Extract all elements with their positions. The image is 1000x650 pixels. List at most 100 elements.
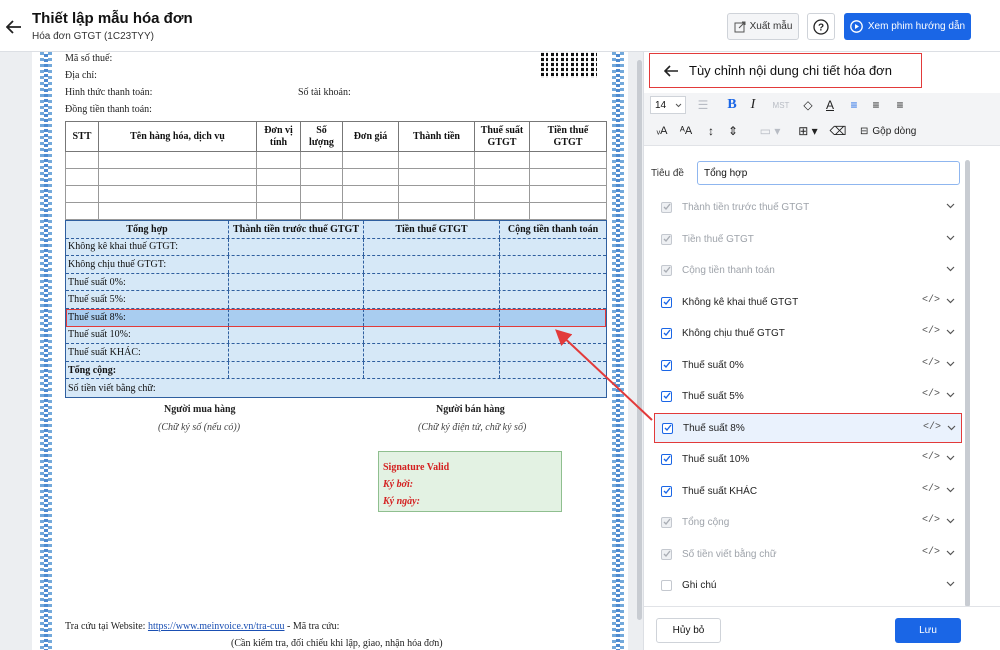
option-label: Ghi chú <box>682 579 717 591</box>
chevron-down-icon[interactable] <box>946 487 955 493</box>
option-row[interactable]: Thuế suất KHÁC </> <box>654 476 962 506</box>
code-icon[interactable]: </> <box>922 295 940 306</box>
code-icon[interactable]: </> <box>922 452 940 463</box>
code-icon[interactable]: </> <box>922 515 940 526</box>
italic-icon[interactable]: I <box>745 96 761 114</box>
question-icon: ? <box>813 18 829 35</box>
summary-row-label: Thuế suất 0%: <box>66 273 229 291</box>
summary-header: Tổng hợp <box>66 221 229 238</box>
summary-table[interactable]: Tổng hợp Thành tiền trước thuế GTGT Tiền… <box>65 220 607 398</box>
code-icon[interactable]: </> <box>922 547 940 558</box>
chevron-down-icon[interactable] <box>947 425 956 431</box>
title-input[interactable]: Tổng hợp <box>697 161 960 185</box>
text-color-icon[interactable]: A <box>822 96 838 114</box>
title-field-label: Tiêu đề <box>651 168 684 179</box>
eraser-icon[interactable]: ⌫ <box>830 122 847 140</box>
option-row[interactable]: Thành tiền trước thuế GTGT <box>654 192 962 222</box>
chevron-down-icon[interactable] <box>946 329 955 335</box>
chevron-down-icon[interactable] <box>946 235 955 241</box>
chevron-down-icon[interactable] <box>946 455 955 461</box>
checkbox[interactable] <box>661 390 672 402</box>
checkbox[interactable] <box>661 296 672 308</box>
code-icon[interactable]: </> <box>922 389 940 400</box>
decrease-font-icon[interactable]: ᵥA <box>652 122 672 140</box>
code-icon[interactable]: </> <box>922 358 940 369</box>
signed-date-label: Ký ngày: <box>383 496 420 507</box>
option-row[interactable]: Tổng cộng </> <box>654 507 962 537</box>
code-icon[interactable]: </> <box>922 484 940 495</box>
summary-row: Thuế suất 10%: <box>66 326 606 345</box>
uppercase-icon[interactable]: MST <box>768 96 794 114</box>
chevron-down-icon[interactable] <box>946 203 955 209</box>
increase-font-icon[interactable]: ᴬA <box>676 122 696 140</box>
option-row[interactable]: Thuế suất 8% </> <box>654 413 962 443</box>
code-icon[interactable]: </> <box>923 422 941 433</box>
option-row[interactable]: Tiền thuế GTGT <box>654 224 962 254</box>
line-spacing-icon[interactable]: ☰ <box>692 96 714 114</box>
chevron-down-icon[interactable] <box>946 518 955 524</box>
chevron-down-icon[interactable] <box>946 392 955 398</box>
option-label: Thuế suất KHÁC <box>682 485 758 497</box>
vertical-spacing-icon[interactable]: ↕ <box>704 122 718 140</box>
chevron-down-icon[interactable] <box>946 266 955 272</box>
checkbox[interactable] <box>661 359 672 371</box>
back-arrow-icon[interactable] <box>664 64 679 77</box>
lookup-link[interactable]: https://www.meinvoice.vn/tra-cuu <box>148 621 285 632</box>
checkbox[interactable] <box>661 453 672 465</box>
cancel-button[interactable]: Hủy bỏ <box>656 618 721 643</box>
video-guide-button[interactable]: Xem phim hướng dẫn <box>844 13 971 40</box>
check-icon <box>663 329 671 337</box>
option-label: Thuế suất 5% <box>682 390 744 402</box>
option-row[interactable]: Không chịu thuế GTGT </> <box>654 318 962 348</box>
fill-color-icon[interactable]: ◇ <box>800 96 816 114</box>
check-icon <box>663 487 671 495</box>
summary-header: Tiền thuế GTGT <box>364 221 500 238</box>
option-label: Tổng cộng <box>682 516 730 528</box>
column-header: Đơn giá <box>342 121 399 152</box>
align-left-icon[interactable]: ≡ <box>846 96 862 114</box>
customize-panel: Tùy chỉnh nội dung chi tiết hóa đơn 14 ☰… <box>643 52 1000 650</box>
checkbox[interactable] <box>661 485 672 497</box>
align-center-icon[interactable]: ≡ <box>868 96 884 114</box>
summary-header: Cộng tiền thanh toán <box>507 223 599 235</box>
font-size-select[interactable]: 14 <box>650 96 686 114</box>
option-row[interactable]: Cộng tiền thanh toán <box>654 255 962 285</box>
option-row[interactable]: Số tiền viết bằng chữ </> <box>654 539 962 569</box>
back-arrow-icon[interactable] <box>6 20 22 34</box>
export-label: Xuất mẫu <box>749 21 793 32</box>
option-row[interactable]: Không kê khai thuế GTGT </> <box>654 287 962 317</box>
font-size-value: 14 <box>655 99 667 111</box>
panel-scrollbar[interactable] <box>965 160 970 607</box>
address-label: Địa chỉ: <box>65 70 97 81</box>
checkbox <box>661 516 672 528</box>
decorative-border-left <box>40 52 52 650</box>
column-header: STT <box>65 121 99 152</box>
page-title: Thiết lập mẫu hóa đơn <box>32 10 193 27</box>
chevron-down-icon[interactable] <box>946 581 955 587</box>
code-icon[interactable]: </> <box>922 326 940 337</box>
checkbox[interactable] <box>661 579 672 591</box>
option-row[interactable]: Thuế suất 10% </> <box>654 444 962 474</box>
row-height-icon[interactable]: ⇕ <box>726 122 740 140</box>
chevron-down-icon[interactable] <box>946 550 955 556</box>
help-button[interactable]: ? <box>807 13 835 40</box>
chevron-down-icon[interactable] <box>946 298 955 304</box>
save-button[interactable]: Lưu <box>895 618 961 643</box>
checkbox[interactable] <box>661 327 672 339</box>
document-scrollbar[interactable] <box>637 60 642 620</box>
summary-row-label: Không kê khai thuế GTGT: <box>66 238 229 256</box>
merge-rows-button[interactable]: ⊟ Gộp dòng <box>860 122 916 140</box>
border-style-select[interactable]: ▭ ▾ <box>750 122 790 140</box>
summary-row: Tổng cộng: <box>66 361 606 380</box>
option-row[interactable]: Thuế suất 5% </> <box>654 381 962 411</box>
summary-row: Thuế suất 5%: <box>66 291 606 309</box>
option-row[interactable]: Ghi chú <box>654 570 962 600</box>
align-right-icon[interactable]: ≡ <box>892 96 908 114</box>
export-button[interactable]: Xuất mẫu <box>727 13 799 40</box>
option-row[interactable]: Thuế suất 0% </> <box>654 350 962 380</box>
borders-icon[interactable]: ⊞ ▾ <box>794 122 822 140</box>
bold-icon[interactable]: B <box>724 96 740 114</box>
chevron-down-icon[interactable] <box>946 361 955 367</box>
checkbox[interactable] <box>662 422 673 434</box>
panel-header[interactable]: Tùy chỉnh nội dung chi tiết hóa đơn <box>649 53 922 88</box>
